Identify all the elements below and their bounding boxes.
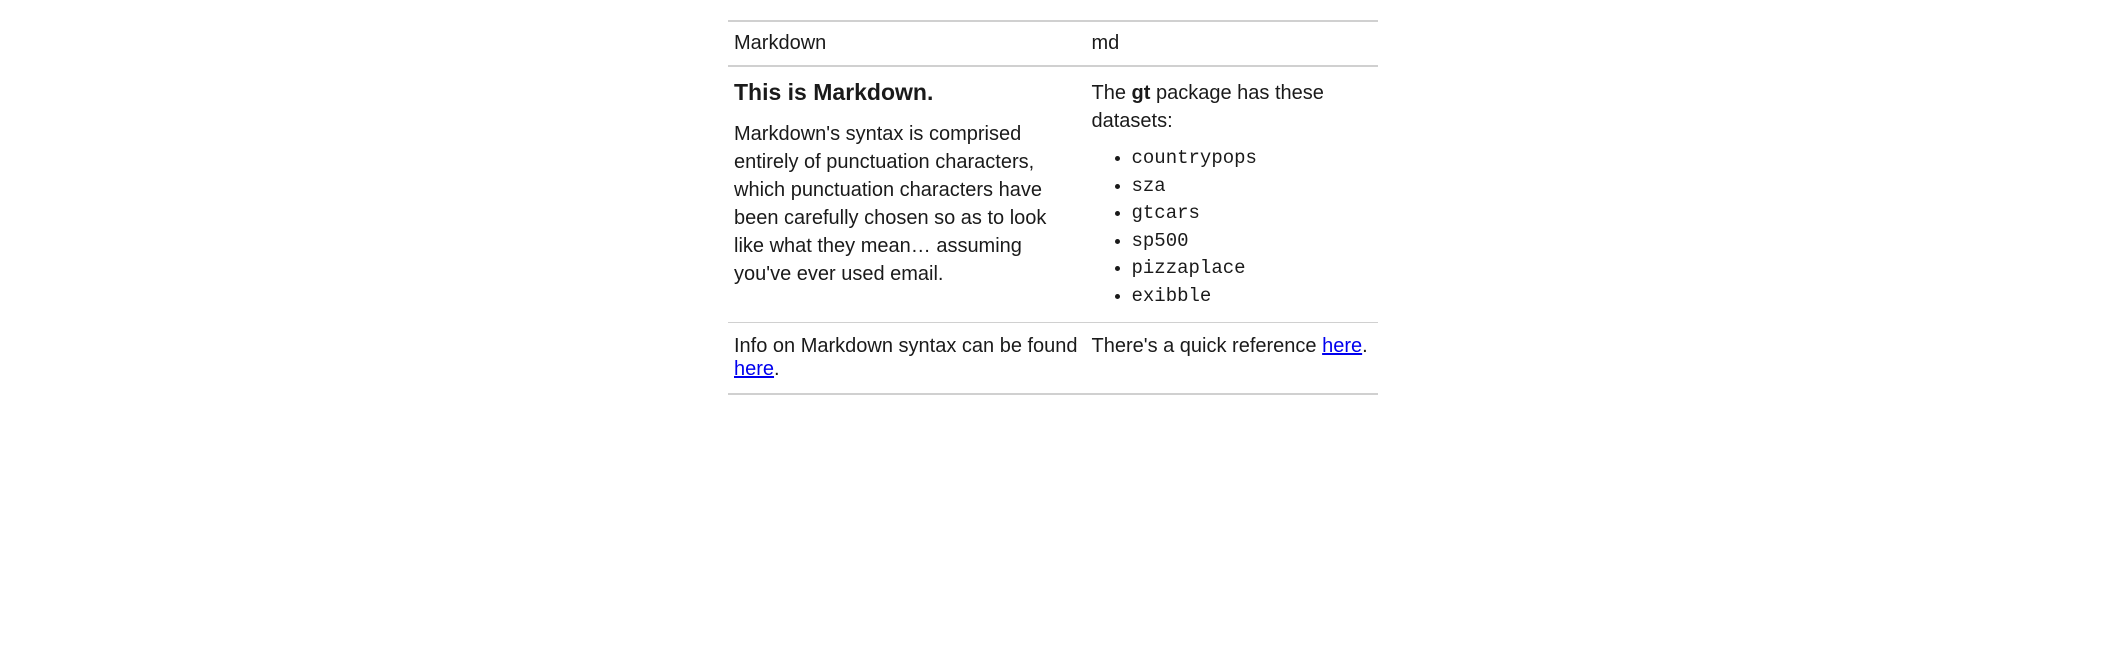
header-md: md bbox=[1086, 21, 1379, 66]
markdown-syntax-link[interactable]: here bbox=[734, 358, 774, 380]
list-item: gtcars bbox=[1132, 200, 1373, 228]
table-header-row: Markdown md bbox=[728, 21, 1378, 66]
link-text-after: . bbox=[1362, 335, 1368, 357]
markdown-heading: This is Markdown. bbox=[734, 79, 1080, 106]
link-text-after: . bbox=[774, 358, 780, 380]
cell-markdown-link: Info on Markdown syntax can be found her… bbox=[728, 323, 1086, 395]
link-text-before: There's a quick reference bbox=[1092, 335, 1323, 357]
gt-intro-text: The gt package has these datasets: bbox=[1092, 79, 1373, 135]
cell-gt-datasets: The gt package has these datasets: count… bbox=[1086, 66, 1379, 323]
table-row: This is Markdown. Markdown's syntax is c… bbox=[728, 66, 1378, 323]
list-item: pizzaplace bbox=[1132, 255, 1373, 283]
list-item: exibble bbox=[1132, 283, 1373, 311]
gt-intro-prefix: The bbox=[1092, 82, 1132, 104]
markdown-table: Markdown md This is Markdown. Markdown's… bbox=[728, 20, 1378, 395]
dataset-list: countrypops sza gtcars sp500 pizzaplace … bbox=[1092, 145, 1373, 310]
link-text-before: Info on Markdown syntax can be found bbox=[734, 335, 1078, 357]
gt-bold-name: gt bbox=[1132, 82, 1151, 104]
cell-markdown-description: This is Markdown. Markdown's syntax is c… bbox=[728, 66, 1086, 323]
cell-reference-link: There's a quick reference here. bbox=[1086, 323, 1379, 395]
quick-reference-link[interactable]: here bbox=[1322, 335, 1362, 357]
list-item: sp500 bbox=[1132, 228, 1373, 256]
table-row: Info on Markdown syntax can be found her… bbox=[728, 323, 1378, 395]
list-item: countrypops bbox=[1132, 145, 1373, 173]
markdown-paragraph: Markdown's syntax is comprised entirely … bbox=[734, 120, 1080, 288]
list-item: sza bbox=[1132, 173, 1373, 201]
header-markdown: Markdown bbox=[728, 21, 1086, 66]
markdown-table-container: Markdown md This is Markdown. Markdown's… bbox=[728, 20, 1378, 395]
